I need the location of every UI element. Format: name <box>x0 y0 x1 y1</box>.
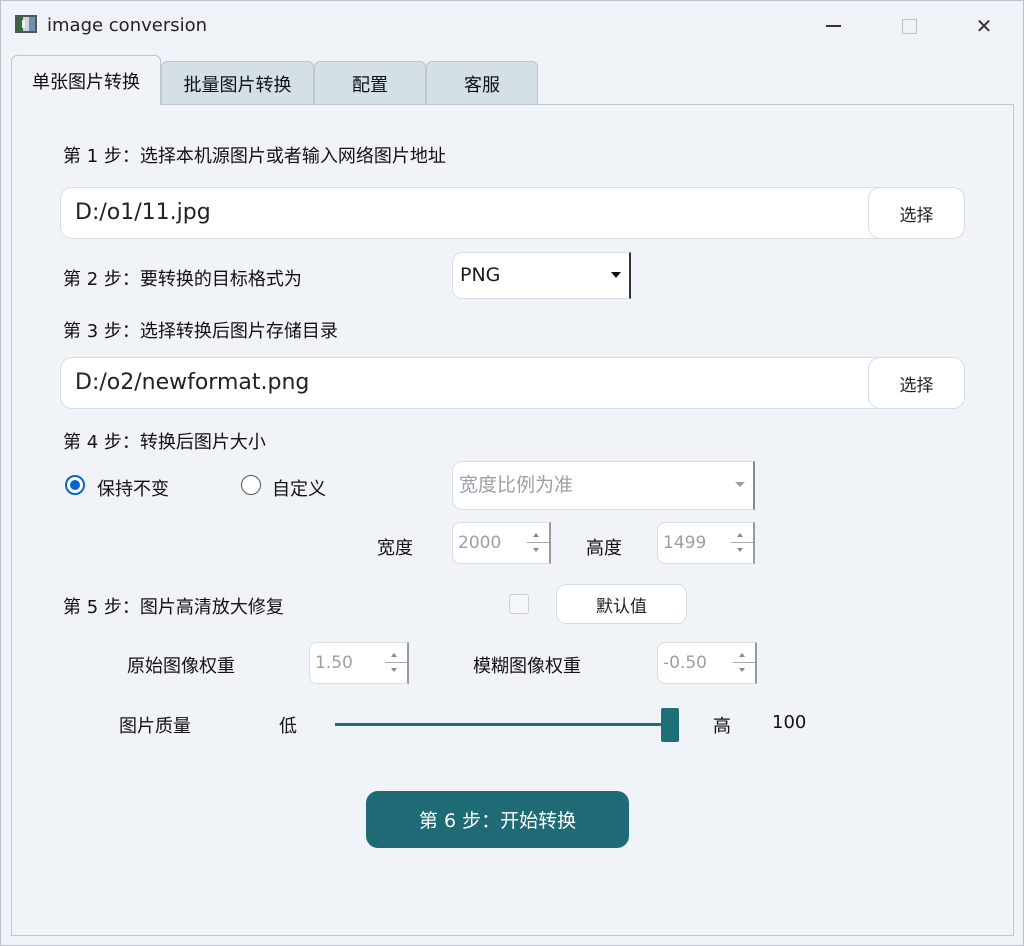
ratio-mode-value: 宽度比例为准 <box>459 474 574 496</box>
height-label: 高度 <box>586 538 622 559</box>
spin-down-icon[interactable] <box>533 548 539 552</box>
source-path-input[interactable]: D:/o1/11.jpg <box>60 187 965 239</box>
ratio-mode-select[interactable]: 宽度比例为准 <box>452 461 755 510</box>
width-value: 2000 <box>458 533 502 553</box>
default-values-button[interactable]: 默认值 <box>556 584 687 624</box>
spin-up-icon[interactable] <box>737 533 743 537</box>
source-pick-button[interactable]: 选择 <box>868 187 965 239</box>
dropdown-arrow-icon <box>611 272 621 278</box>
spin-up-icon[interactable] <box>533 533 539 537</box>
blur-weight-spinbox[interactable]: -0.50 <box>657 642 757 684</box>
height-value: 1499 <box>663 533 707 553</box>
keep-size-radio[interactable] <box>65 475 85 495</box>
quality-high-label: 高 <box>713 716 731 737</box>
tab-batch-conversion[interactable]: 批量图片转换 <box>161 61 314 105</box>
blur-weight-value: -0.50 <box>663 653 707 673</box>
tab-support[interactable]: 客服 <box>426 61 538 105</box>
step3-label: 第 3 步：选择转换后图片存储目录 <box>63 321 338 342</box>
close-button[interactable]: ✕ <box>949 7 1019 45</box>
image-app-icon <box>15 15 37 33</box>
keep-size-label[interactable]: 保持不变 <box>97 475 169 501</box>
height-spinbox[interactable]: 1499 <box>657 522 755 564</box>
spin-up-icon[interactable] <box>391 653 397 657</box>
step2-label: 第 2 步：要转换的目标格式为 <box>63 269 302 290</box>
width-label: 宽度 <box>377 538 413 559</box>
spin-down-icon[interactable] <box>739 668 745 672</box>
orig-weight-spinbox[interactable]: 1.50 <box>309 642 409 684</box>
quality-label: 图片质量 <box>119 716 191 737</box>
spin-up-icon[interactable] <box>739 653 745 657</box>
quality-value: 100 <box>772 712 807 733</box>
minimize-icon <box>825 25 841 27</box>
maximize-button[interactable] <box>874 7 944 45</box>
step1-label: 第 1 步：选择本机源图片或者输入网络图片地址 <box>63 146 446 167</box>
orig-weight-value: 1.50 <box>315 653 353 673</box>
custom-size-radio[interactable] <box>241 475 261 495</box>
tab-single-conversion[interactable]: 单张图片转换 <box>11 55 161 105</box>
close-icon: ✕ <box>975 14 993 38</box>
enhance-checkbox[interactable] <box>509 594 529 614</box>
output-path-input[interactable]: D:/o2/newformat.png <box>60 357 965 409</box>
spin-down-icon[interactable] <box>391 668 397 672</box>
blur-weight-label: 模糊图像权重 <box>473 656 581 677</box>
orig-weight-label: 原始图像权重 <box>127 656 235 677</box>
width-spinbox[interactable]: 2000 <box>452 522 551 564</box>
custom-size-label[interactable]: 自定义 <box>272 475 326 501</box>
spin-down-icon[interactable] <box>737 548 743 552</box>
quality-slider-handle[interactable] <box>661 708 679 742</box>
app-window: image conversion ✕ 单张图片转换 批量图片转换 配置 客服 第… <box>0 0 1024 946</box>
start-conversion-button[interactable]: 第 6 步：开始转换 <box>366 791 629 848</box>
title-bar[interactable]: image conversion ✕ <box>1 1 1023 51</box>
output-pick-button[interactable]: 选择 <box>868 357 965 409</box>
dropdown-arrow-icon <box>735 482 745 487</box>
maximize-icon <box>901 18 917 34</box>
tab-config[interactable]: 配置 <box>314 61 426 105</box>
minimize-button[interactable] <box>798 7 868 45</box>
quality-slider-track[interactable] <box>335 723 665 726</box>
format-select-value: PNG <box>460 264 501 286</box>
step4-label: 第 4 步：转换后图片大小 <box>63 432 266 453</box>
step5-label: 第 5 步：图片高清放大修复 <box>63 597 284 618</box>
quality-low-label: 低 <box>279 716 297 737</box>
window-title: image conversion <box>47 15 208 36</box>
format-select[interactable]: PNG <box>452 252 631 299</box>
